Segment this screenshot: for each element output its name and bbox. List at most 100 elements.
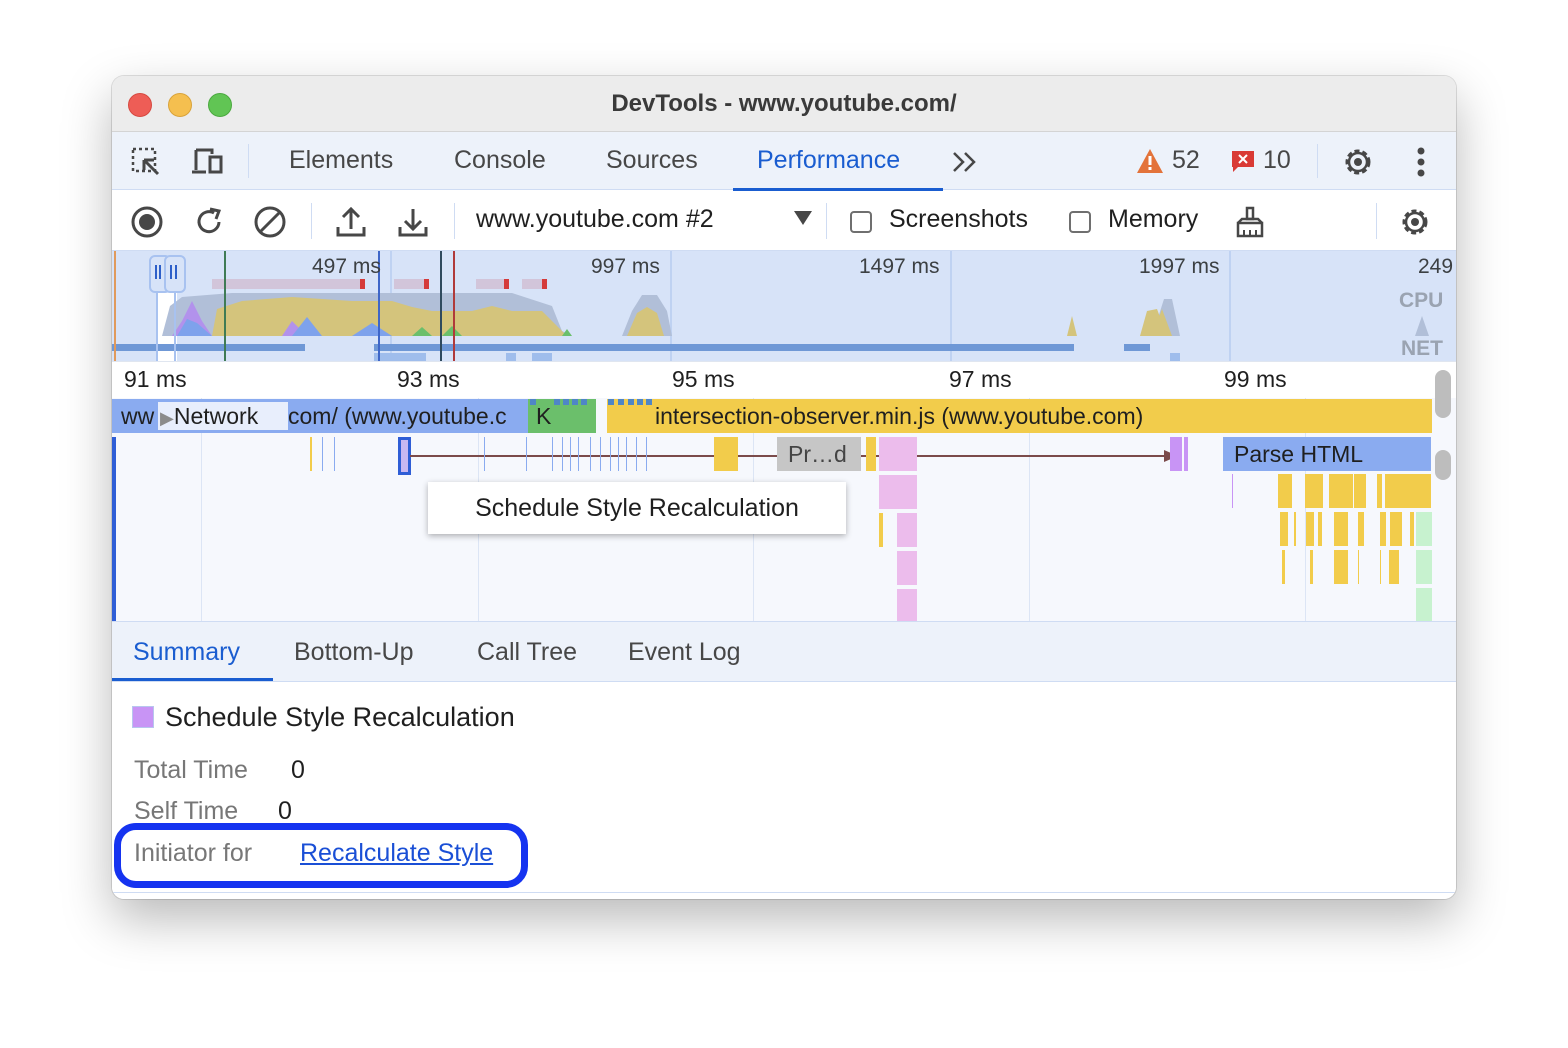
profile-select[interactable]: www.youtube.com #2 — [476, 205, 714, 234]
errors-count: 10 — [1263, 146, 1291, 174]
minimize-window-button[interactable] — [168, 93, 192, 117]
flame-event-script[interactable] — [879, 513, 883, 547]
vertical-scrollbar-thumb-secondary[interactable] — [1435, 450, 1451, 480]
overview-time-label: 1997 ms — [1139, 255, 1220, 278]
flame-chart[interactable]: 91 ms 93 ms 95 ms 97 ms 99 ms ww ▶Networ… — [112, 361, 1456, 621]
flame-event-style[interactable] — [879, 475, 917, 509]
timeline-overview[interactable]: 497 ms 997 ms 1497 ms 1997 ms 249 CPU NE… — [112, 251, 1456, 361]
maximize-window-button[interactable] — [208, 93, 232, 117]
warnings-count: 52 — [1172, 146, 1200, 174]
flame-event-script[interactable]: intersection-observer.min.js (www.youtub… — [607, 399, 1432, 433]
event-label: com/ (www.youtube.c — [288, 403, 507, 429]
flame-event[interactable] — [600, 437, 601, 471]
tooltip-text: Schedule Style Recalculation — [475, 493, 799, 522]
flame-event-style[interactable] — [897, 513, 917, 547]
tab-console[interactable]: Console — [454, 146, 546, 175]
ruler-label: 97 ms — [949, 366, 1012, 392]
time-ruler: 91 ms 93 ms 95 ms 97 ms 99 ms — [112, 362, 1456, 398]
separator — [826, 203, 827, 239]
settings-gear-icon[interactable] — [1341, 145, 1375, 179]
flame-event[interactable] — [590, 437, 591, 471]
record-icon[interactable] — [129, 204, 165, 240]
flame-event[interactable] — [626, 437, 627, 471]
self-time-value: 0 — [278, 797, 292, 825]
event-label: ww — [121, 403, 155, 429]
overview-time-label: 997 ms — [591, 255, 660, 278]
tab-elements[interactable]: Elements — [289, 146, 393, 175]
event-label: Pr…d — [788, 441, 847, 467]
flame-event-recalculate-style[interactable] — [1184, 437, 1188, 471]
clear-icon[interactable] — [252, 204, 288, 240]
inspect-element-icon[interactable] — [129, 145, 163, 179]
flame-event[interactable] — [322, 437, 323, 471]
screenshots-checkbox[interactable] — [850, 211, 872, 233]
performance-toolbar: www.youtube.com #2 Screenshots Memory — [112, 191, 1456, 251]
tab-event-log[interactable]: Event Log — [628, 638, 741, 667]
flame-event[interactable] — [570, 437, 571, 471]
flame-event[interactable] — [310, 437, 312, 471]
tab-performance[interactable]: Performance — [757, 146, 900, 175]
overview-time-label: 497 ms — [312, 255, 381, 278]
ruler-label: 99 ms — [1224, 366, 1287, 392]
flame-event[interactable] — [526, 437, 527, 471]
chevron-double-right-icon[interactable] — [948, 145, 982, 179]
memory-label[interactable]: Memory — [1108, 205, 1198, 234]
network-track-toggle[interactable]: ▶Network — [158, 402, 288, 430]
flame-event-recalculate-style[interactable] — [1170, 437, 1182, 471]
separator — [248, 144, 249, 178]
flame-event-style[interactable] — [897, 589, 917, 621]
flame-event-script[interactable] — [866, 437, 876, 471]
devtools-window: DevTools - www.youtube.com/ Elements Con… — [112, 76, 1456, 899]
vertical-scrollbar-thumb[interactable] — [1435, 370, 1451, 418]
flame-event[interactable] — [578, 437, 579, 471]
flame-event-parse-html[interactable]: Parse HTML — [1223, 437, 1431, 471]
tab-call-tree[interactable]: Call Tree — [477, 638, 577, 667]
flame-event-script[interactable] — [714, 437, 738, 471]
errors-badge[interactable]: 10 — [1231, 146, 1291, 175]
more-options-icon[interactable] — [1404, 145, 1438, 179]
flame-event-label-tail: com/ (www.youtube.c — [288, 399, 528, 433]
error-icon — [1232, 150, 1254, 172]
garbage-collect-broom-icon[interactable] — [1232, 204, 1268, 240]
reload-record-icon[interactable] — [191, 204, 227, 240]
screenshots-label[interactable]: Screenshots — [889, 205, 1028, 234]
ruler-label: 95 ms — [672, 366, 735, 392]
overview-time-label: 249 — [1418, 255, 1454, 278]
flame-event[interactable] — [618, 437, 619, 471]
separator — [454, 203, 455, 239]
tab-summary[interactable]: Summary — [133, 638, 240, 667]
summary-title: Schedule Style Recalculation — [165, 702, 515, 732]
cpu-label: CPU — [1399, 289, 1444, 312]
summary-panel: Schedule Style Recalculation Total Time … — [112, 682, 1456, 899]
selection-edge — [112, 437, 116, 621]
tab-bottom-up[interactable]: Bottom-Up — [294, 638, 413, 667]
capture-settings-gear-icon[interactable] — [1397, 204, 1433, 240]
flame-event[interactable] — [552, 437, 553, 471]
device-toolbar-icon[interactable] — [190, 145, 224, 179]
self-time-label: Self Time — [134, 797, 239, 825]
flame-event-parse[interactable]: Pr…d — [777, 437, 861, 471]
total-time-label: Total Time — [134, 756, 248, 784]
total-time-value: 0 — [291, 756, 305, 784]
window-title: DevTools - www.youtube.com/ — [611, 89, 957, 117]
dropdown-arrow-icon[interactable] — [794, 211, 812, 225]
flame-event-style[interactable] — [897, 551, 917, 585]
warnings-badge[interactable]: 52 — [1136, 146, 1200, 175]
flame-event-style[interactable] — [879, 437, 917, 471]
close-window-button[interactable] — [128, 93, 152, 117]
title-bar: DevTools - www.youtube.com/ — [112, 76, 1456, 132]
details-tab-bar: Summary Bottom-Up Call Tree Event Log — [112, 621, 1456, 682]
flame-event[interactable] — [484, 437, 485, 471]
flame-event[interactable] — [610, 437, 611, 471]
flame-event[interactable] — [636, 437, 637, 471]
upload-icon[interactable] — [333, 204, 369, 240]
flame-event[interactable] — [562, 437, 563, 471]
download-icon[interactable] — [395, 204, 431, 240]
tab-sources[interactable]: Sources — [606, 146, 698, 175]
flame-event[interactable] — [646, 437, 647, 471]
memory-checkbox[interactable] — [1069, 211, 1091, 233]
expand-triangle-icon: ▶ — [160, 408, 174, 428]
event-label: intersection-observer.min.js (www.youtub… — [655, 403, 1144, 429]
flame-event[interactable] — [334, 437, 335, 471]
flame-sub-markers — [530, 399, 652, 405]
